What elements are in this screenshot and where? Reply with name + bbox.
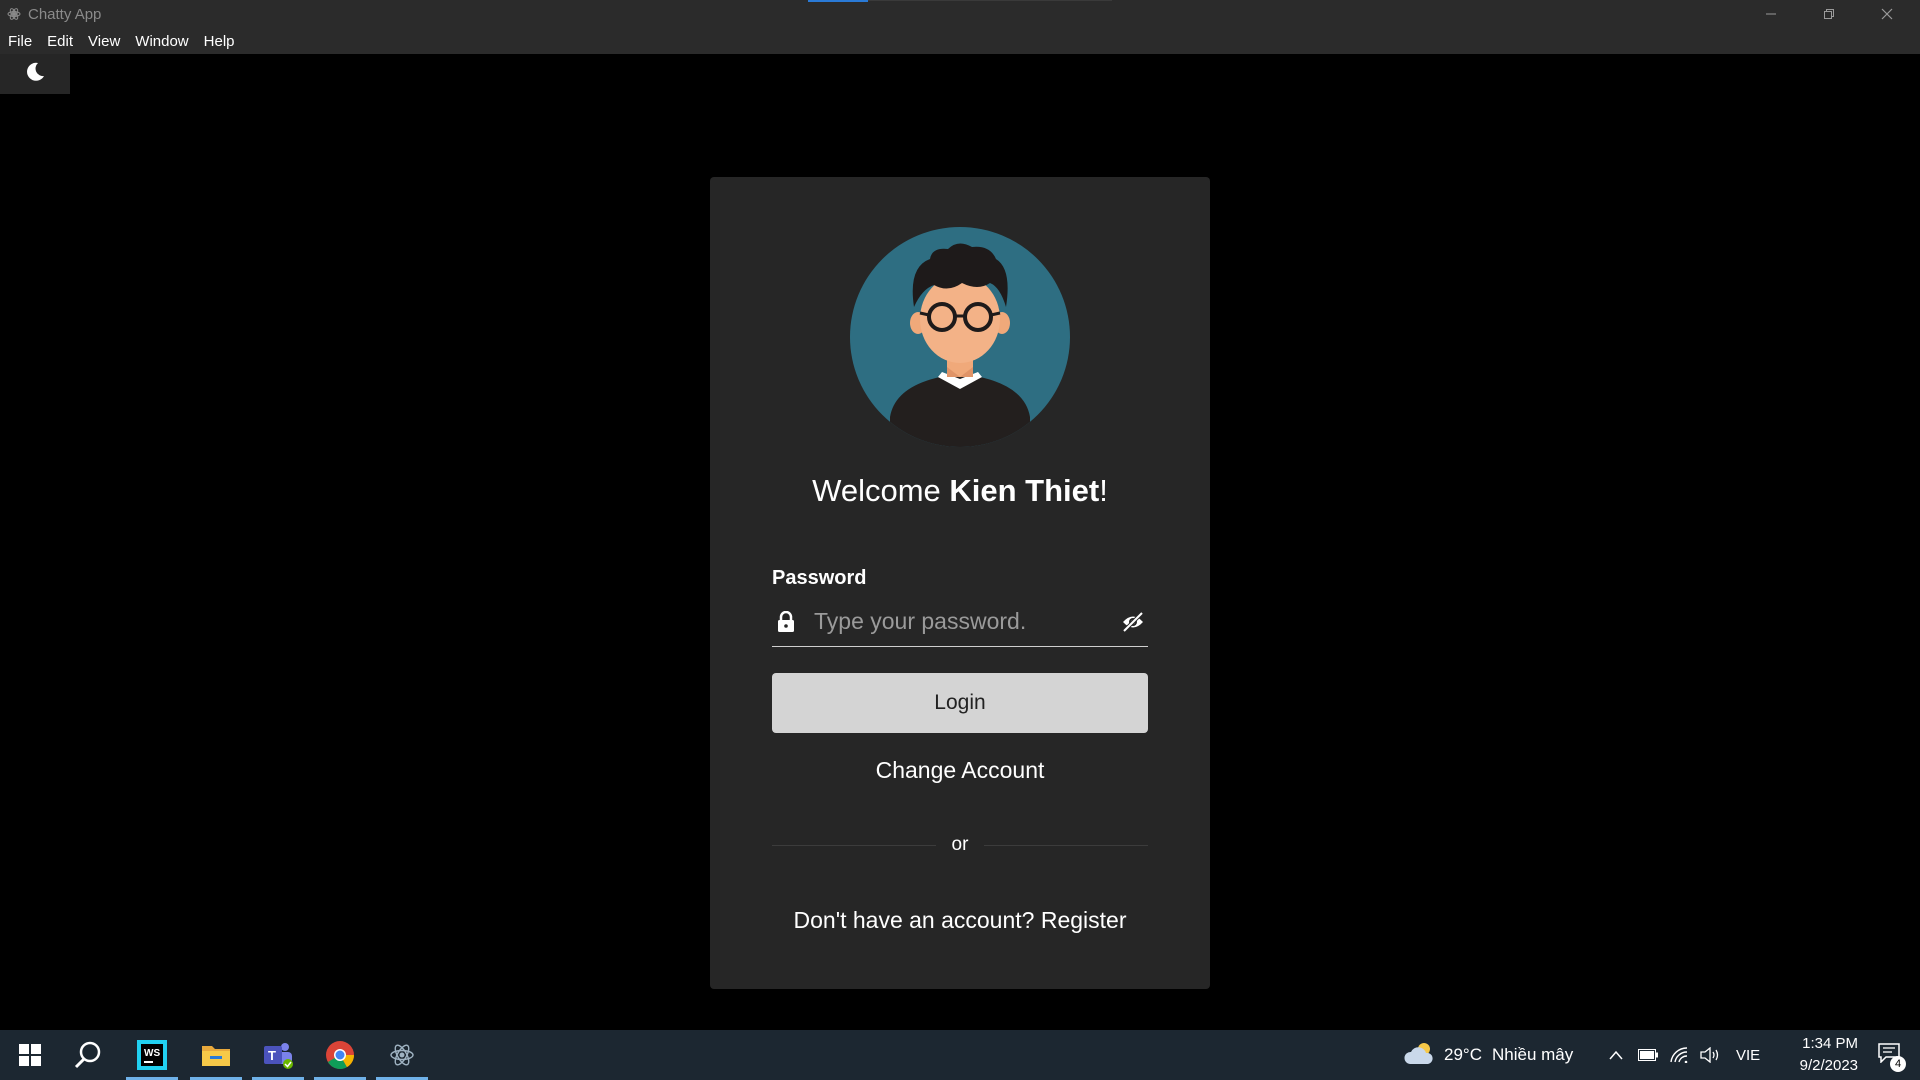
title-accent [808,0,868,2]
divider-line-right [984,844,1148,846]
clock-date: 9/2/2023 [1799,1057,1858,1074]
window-title: Chatty App [28,5,102,23]
show-hidden-icons-button[interactable] [1608,1030,1624,1080]
moon-icon [24,61,46,88]
menu-view[interactable]: View [88,33,120,50]
windows-start-icon[interactable] [4,1030,56,1080]
language-indicator[interactable]: VIE [1736,1030,1760,1080]
theme-toggle-button[interactable] [0,54,70,94]
divider-line-left [772,844,936,846]
clock-time: 1:34 PM [1802,1035,1858,1052]
close-button[interactable] [1858,0,1916,28]
weather-widget[interactable]: 29°C Nhiều mây [1404,1030,1573,1080]
user-avatar [850,227,1070,447]
password-field [772,597,1148,647]
menu-help[interactable]: Help [204,33,235,50]
file-explorer-icon[interactable] [190,1030,242,1080]
title-accent-line [868,0,1112,1]
wifi-icon[interactable] [1670,1030,1688,1080]
search-icon[interactable] [62,1030,114,1080]
password-label: Password [772,567,867,589]
welcome-heading: Welcome Kien Thiet! [710,473,1210,509]
minimize-button[interactable] [1742,0,1800,28]
or-divider: or [772,834,1148,855]
lock-icon [774,608,798,636]
webstorm-icon[interactable]: WS [126,1030,178,1080]
divider-text: or [951,834,969,855]
weather-temperature: 29°C [1444,1045,1482,1064]
restore-button[interactable] [1800,0,1858,28]
password-input[interactable] [814,608,1118,635]
weather-description: Nhiều mây [1491,1045,1574,1064]
menu-window[interactable]: Window [135,33,188,50]
user-name: Kien Thiet [949,473,1100,508]
register-link[interactable]: Don't have an account? Register [710,907,1210,934]
electron-app-icon[interactable] [376,1030,428,1080]
change-account-link[interactable]: Change Account [710,757,1210,784]
svg-text:T: T [268,1048,276,1063]
teams-icon[interactable]: T [252,1030,304,1080]
notification-center-button[interactable]: 4 [1864,1030,1914,1080]
chrome-icon[interactable] [314,1030,366,1080]
title-bar: Chatty App [0,0,1920,28]
battery-icon[interactable] [1638,1030,1658,1080]
menu-file[interactable]: File [8,33,32,50]
notification-count-badge: 4 [1890,1056,1906,1072]
app-icon [6,6,22,22]
eye-slash-icon[interactable] [1118,608,1148,636]
menu-edit[interactable]: Edit [47,33,73,50]
cloud-icon [1404,1040,1436,1071]
welcome-suffix: ! [1099,473,1108,508]
volume-icon[interactable] [1700,1030,1720,1080]
login-button[interactable]: Login [772,673,1148,733]
svg-text:WS: WS [144,1048,160,1059]
menu-bar: File Edit View Window Help [0,28,1920,54]
login-card: Welcome Kien Thiet! Password Login Chang… [710,177,1210,989]
clock[interactable]: 1:34 PM 9/2/2023 [1768,1033,1858,1077]
taskbar: WS T 29°C Nhiều mây VIE 1:34 PM 9/2/2023… [0,1030,1920,1080]
welcome-prefix: Welcome [812,473,950,508]
